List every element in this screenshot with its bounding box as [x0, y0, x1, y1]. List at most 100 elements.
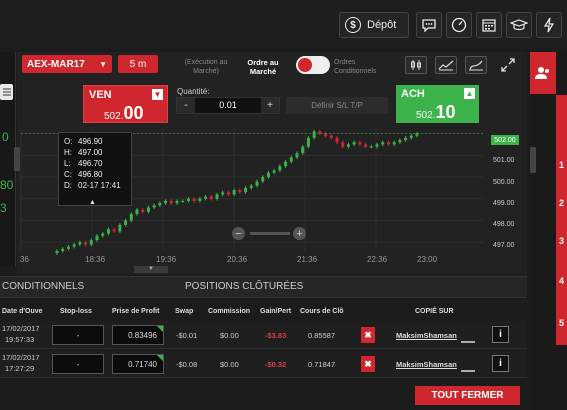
quantity-stepper: - 0.01 +: [176, 97, 280, 114]
candle-body: [146, 207, 150, 212]
toggle-knob: [298, 58, 312, 72]
market-execution-label: (Exécution au Marché): [184, 59, 228, 75]
candle-body: [169, 200, 173, 204]
candle-body: [89, 240, 93, 245]
y-tick-499: 499.00: [493, 200, 515, 207]
buy-price: 502.10: [416, 102, 456, 123]
quantity-plus-button[interactable]: +: [261, 98, 279, 113]
candle-body: [129, 214, 133, 221]
symbol-select[interactable]: AEX-MAR17 ▼: [22, 55, 112, 73]
quantity-input[interactable]: 0.01: [195, 98, 261, 113]
user-underline-bar: [461, 370, 475, 372]
info-button[interactable]: i: [492, 326, 509, 343]
copy-users-button[interactable]: [530, 52, 556, 94]
candle-body: [124, 220, 128, 225]
high-value: 497.00: [78, 148, 103, 157]
candle-body: [272, 170, 276, 173]
line-chart-icon[interactable]: [435, 56, 457, 74]
rank-4[interactable]: 4: [559, 276, 564, 286]
calendar-icon[interactable]: [476, 12, 502, 38]
drawing-tool-icon[interactable]: [465, 56, 487, 74]
panel-resize-handle[interactable]: ▼: [134, 266, 168, 273]
buy-price-big: 10: [435, 102, 456, 122]
candle-body: [192, 198, 196, 201]
take-profit-field[interactable]: 0.83496: [112, 325, 164, 345]
table-header: Date d'Ouve Stop-loss Prise de Profit Sw…: [0, 306, 527, 320]
right-collapse-handle[interactable]: [530, 147, 536, 173]
candle-body: [284, 161, 288, 167]
stop-loss-field[interactable]: -: [52, 354, 104, 374]
close-all-button[interactable]: TOUT FERMER: [415, 386, 520, 405]
gauge-icon[interactable]: [446, 12, 472, 38]
candle-body: [204, 196, 208, 199]
sell-price: 502.00: [104, 103, 144, 124]
right-ranking-strip: [556, 95, 567, 345]
candle-body: [175, 200, 179, 204]
quantity-minus-button[interactable]: -: [177, 98, 195, 113]
copied-user-link[interactable]: MaksimShamsan: [396, 331, 457, 340]
zoom-out-icon[interactable]: −: [232, 227, 245, 240]
col-stop-loss: Stop-loss: [60, 308, 92, 315]
zoom-slider[interactable]: [250, 232, 290, 235]
table-row[interactable]: 17/02/2017 19:57:33 - 0.83496 -$0.01 $0.…: [0, 321, 527, 349]
candle-body: [375, 144, 379, 147]
conditional-orders-label[interactable]: Ordres Conditionnels: [334, 58, 388, 76]
deposit-button[interactable]: $ Dépôt: [339, 12, 409, 38]
x-tick-1936: 19:36: [156, 255, 177, 264]
col-copied-from: COPIÉ SUR: [415, 308, 454, 315]
table-row[interactable]: 17/02/2017 17:27:29 - 0.71740 -$0.08 $0.…: [0, 350, 527, 378]
zoom-in-icon[interactable]: +: [293, 227, 306, 240]
buy-button[interactable]: ACH ▲ 502.10: [396, 85, 479, 123]
lightning-icon[interactable]: [536, 12, 562, 38]
low-label: L:: [64, 159, 71, 168]
candle-body: [181, 200, 185, 202]
timeframe-select[interactable]: 5 m: [118, 55, 158, 73]
candle-body: [84, 242, 88, 245]
col-open-date: Date d'Ouve: [2, 308, 43, 315]
y-tick-497: 497.00: [493, 242, 515, 249]
candle-body: [101, 233, 105, 236]
set-sl-tp-button[interactable]: Définir S/L T/P: [286, 97, 388, 114]
candle-body: [335, 137, 339, 143]
tab-conditional[interactable]: CONDITIONNELS: [2, 281, 84, 292]
close-position-button[interactable]: ✖: [361, 356, 375, 372]
candle-body: [135, 209, 139, 215]
tab-closed-positions[interactable]: POSITIONS CLÔTURÉES: [185, 281, 303, 292]
close-position-button[interactable]: ✖: [361, 327, 375, 343]
candle-body: [152, 205, 156, 208]
stop-loss-field[interactable]: -: [52, 325, 104, 345]
order-type-toggle[interactable]: [296, 56, 330, 74]
take-profit-field[interactable]: 0.71740: [112, 354, 164, 374]
y-tick-498: 498.00: [493, 221, 515, 228]
buy-label: ACH: [401, 88, 425, 100]
rank-2[interactable]: 2: [559, 198, 564, 208]
graduation-cap-icon[interactable]: [506, 12, 532, 38]
candle-body: [358, 142, 362, 145]
sell-button[interactable]: VEN ▼ 502.00: [83, 85, 168, 123]
rank-5[interactable]: 5: [559, 318, 564, 328]
candle-body: [369, 146, 373, 148]
candle-body: [95, 235, 99, 241]
deposit-label: Dépôt: [367, 19, 397, 31]
expand-icon[interactable]: [500, 57, 516, 73]
market-order-label[interactable]: Ordre au Marché: [238, 58, 288, 76]
list-view-icon[interactable]: [0, 84, 13, 100]
candle-body: [404, 137, 408, 141]
candle-body: [106, 229, 110, 234]
info-button[interactable]: i: [492, 355, 509, 372]
candle-body: [232, 190, 236, 195]
rank-1[interactable]: 1: [559, 160, 564, 170]
candle-body: [295, 153, 299, 158]
col-commission: Commission: [208, 308, 251, 315]
rank-3[interactable]: 3: [559, 236, 564, 246]
dollar-coin-icon: $: [345, 17, 361, 33]
left-collapse-handle[interactable]: [14, 147, 20, 171]
candle-body: [221, 192, 225, 195]
candle-body: [198, 198, 202, 201]
open-value: 496.90: [78, 137, 103, 146]
copied-user-link[interactable]: MaksimShamsan: [396, 360, 457, 369]
col-pl: Gain/Pert: [260, 308, 292, 315]
chat-icon[interactable]: [416, 12, 442, 38]
candlestick-icon[interactable]: [405, 56, 427, 74]
col-take-profit: Prise de Profit: [112, 308, 160, 315]
